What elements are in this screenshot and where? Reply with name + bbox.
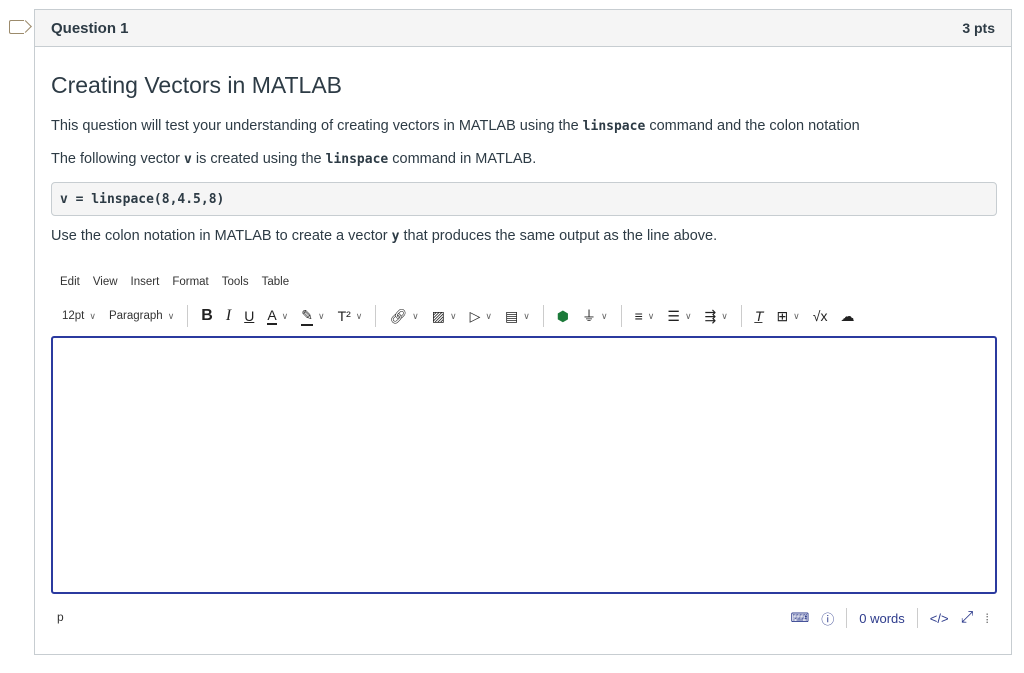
highlight-icon[interactable]: ✎∨ [301,307,324,326]
align-icon[interactable]: ≡∨ [635,308,655,324]
accessibility-icon[interactable]: ⓘ [821,609,834,628]
table-icon[interactable]: ⊞∨ [776,308,799,325]
answer-editor[interactable] [51,336,997,594]
question-text-2: The following vector v is created using … [51,151,536,167]
question-text-1: This question will test your understandi… [51,118,860,134]
link-icon[interactable]: 🔗︎∨ [389,308,418,325]
question-card: Question 1 3 pts Creating Vectors in MAT… [34,9,1012,655]
superscript-icon[interactable]: T²∨ [338,308,363,324]
plugin-icon[interactable]: ⏚∨ [582,306,608,326]
code-block: v = linspace(8,4.5,8) [51,182,997,216]
indent-icon[interactable]: ⇶∨ [705,308,728,325]
flag-question-icon[interactable] [9,20,24,34]
html-editor-toggle[interactable]: </> [930,611,949,626]
menu-table[interactable]: Table [262,276,290,288]
question-title: Question 1 [51,20,129,37]
menu-edit[interactable]: Edit [60,276,80,288]
resize-handle-icon[interactable]: ⁞ [985,611,989,626]
editor-statusbar: ⌨ ⓘ 0 words </> ⤢ ⁞ [790,608,989,628]
list-icon[interactable]: ☰∨ [667,308,691,325]
editor-toolbar: 12pt∨ Paragraph∨ B I U A∨ ✎∨ T²∨ 🔗︎∨ ▨∨ … [62,306,867,326]
clear-format-icon[interactable]: T̲ [755,308,764,324]
menu-view[interactable]: View [93,276,118,288]
menu-format[interactable]: Format [172,276,208,288]
editor-menubar: Edit View Insert Format Tools Table [60,276,289,288]
document-icon[interactable]: ▤∨ [505,308,530,325]
bold-icon[interactable]: B [201,307,213,325]
menu-tools[interactable]: Tools [222,276,249,288]
question-points: 3 pts [962,20,995,36]
word-count[interactable]: 0 words [859,611,905,626]
cloud-icon[interactable]: ☁ [840,308,854,325]
keyboard-icon[interactable]: ⌨ [790,610,809,626]
status-path: p [57,610,64,624]
fullscreen-icon[interactable]: ⤢ [961,609,974,627]
block-format-select[interactable]: Paragraph∨ [109,310,174,322]
question-text-3: Use the colon notation in MATLAB to crea… [51,228,717,244]
italic-icon[interactable]: I [226,307,231,325]
question-header: Question 1 3 pts [35,10,1011,47]
menu-insert[interactable]: Insert [131,276,160,288]
font-size-select[interactable]: 12pt∨ [62,310,96,322]
image-icon[interactable]: ▨∨ [432,308,457,325]
equation-icon[interactable]: √x [813,308,828,324]
media-icon[interactable]: ▷∨ [470,308,492,325]
studio-icon[interactable]: ⬢ [557,308,569,325]
text-color-icon[interactable]: A∨ [267,307,288,325]
underline-icon[interactable]: U [244,308,254,324]
question-heading: Creating Vectors in MATLAB [51,72,342,99]
